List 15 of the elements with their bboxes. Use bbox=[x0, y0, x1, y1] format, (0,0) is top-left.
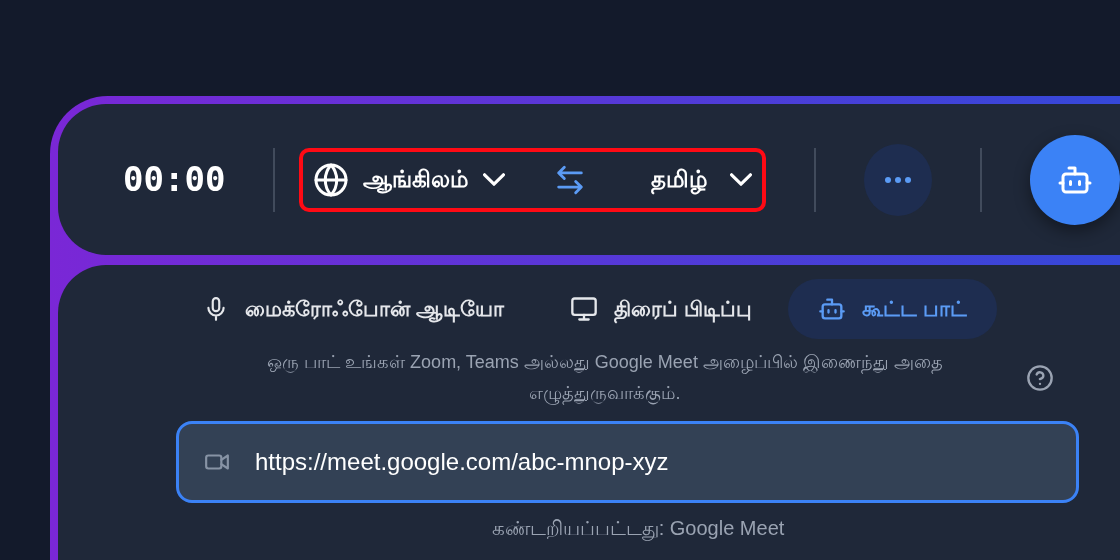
help-icon[interactable] bbox=[1026, 363, 1054, 392]
globe-icon bbox=[313, 161, 350, 198]
tab[interactable]: மைக்ரோஃபோன் ஆடியோ bbox=[173, 279, 534, 339]
chevron-down-icon bbox=[730, 173, 753, 186]
detected-platform-text: கண்டறியப்பட்டது: Google Meet bbox=[490, 515, 786, 543]
more-icon bbox=[883, 176, 914, 185]
meeting-link-field[interactable]: https://meet.google.com/abc-mnop-xyz bbox=[176, 420, 1079, 503]
source-language-dropdown[interactable]: ஆங்கிலம் bbox=[313, 161, 506, 198]
tab[interactable]: திரைப் பிடிப்பு bbox=[539, 279, 782, 339]
chevron-down-icon bbox=[483, 173, 506, 186]
monitor-icon bbox=[569, 294, 598, 323]
description-text: ஒரு பாட் உங்கள் Zoom, Teams அல்லது Google Meet அழைப்பில் இணைந்து அதை எழுத்துருவாக்கும். bbox=[266, 350, 944, 407]
tab[interactable]: கூட்ட பாட் bbox=[787, 279, 997, 339]
target-language-dropdown[interactable]: தமிழ் bbox=[651, 162, 753, 197]
timer: 00:00 bbox=[123, 158, 226, 201]
